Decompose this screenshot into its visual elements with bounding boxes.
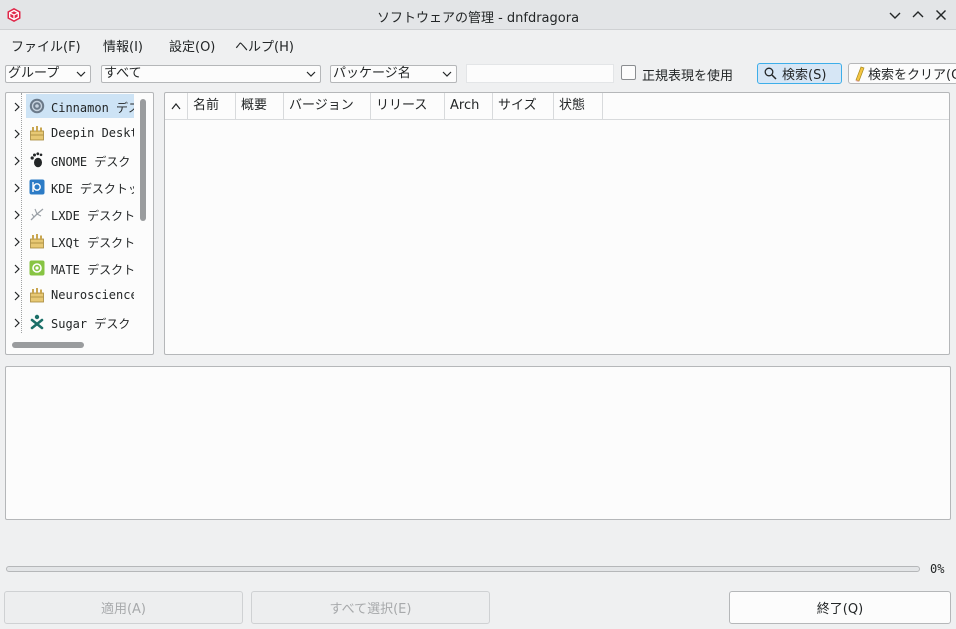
group-item-sugar[interactable]: Sugar デスクトップ [6,309,134,335]
apply-button-label: 適用(A) [100,602,147,617]
column-header-release[interactable]: リリース [371,93,445,120]
chevron-up-icon [171,103,181,110]
maximize-icon [912,11,924,18]
gnome-foot-icon [30,152,43,168]
select-all-button-label: すべて選択(E) [329,602,412,617]
menu-help[interactable]: ヘルプ(H) [234,36,295,55]
group-item-label: LXDE デスクトップ [51,209,134,223]
group-item-label: Sugar デスクトップ [51,317,134,331]
group-item-label: KDE デスクトップ [51,182,134,196]
chevron-right-icon[interactable] [13,102,21,112]
close-icon [936,10,946,20]
group-tree[interactable]: Cinnamon デスクトップ Deepin Desktop GNOME デスク… [5,92,154,355]
column-header-status[interactable]: 状態 [554,93,603,120]
chevron-right-icon[interactable] [13,318,21,328]
horizontal-scrollbar[interactable] [12,342,84,348]
chevron-right-icon[interactable] [13,210,21,220]
kde-icon [29,179,45,195]
menu-bar: ファイル(F) 情報(I) 設定(O) ヘルプ(H) [0,32,956,56]
search-field-combo[interactable]: パッケージ名 [330,65,457,83]
window-title: ソフトウェアの管理 - dnfdragora [376,11,580,26]
group-item-label: GNOME デスクトップ [51,155,134,169]
view-combo[interactable]: グループ [5,65,91,83]
package-table[interactable]: 名前 概要 バージョン リリース Arch サイズ 状態 [164,92,950,355]
search-button[interactable]: 検索(S) [757,63,842,84]
select-all-button[interactable]: すべて選択(E) [251,591,490,624]
group-item-gnome[interactable]: GNOME デスクトップ [6,147,134,173]
search-field-combo-value: パッケージ名 [333,66,411,81]
apply-button[interactable]: 適用(A) [4,591,243,624]
quit-button-label: 終了(Q) [816,602,864,617]
search-input[interactable] [466,64,614,83]
group-item-lxde[interactable]: LXDE デスクトップ [6,201,134,227]
chevron-right-icon[interactable] [13,156,21,166]
package-icon [30,126,44,141]
chevron-right-icon[interactable] [13,264,21,274]
chevron-right-icon[interactable] [13,291,21,301]
title-bar: ソフトウェアの管理 - dnfdragora [0,0,956,30]
view-combo-value: グループ [8,66,60,81]
table-header: 名前 概要 バージョン リリース Arch サイズ 状態 [165,93,949,120]
regex-label: 正規表現を使用 [642,69,734,84]
progress-label: 0% [930,562,945,576]
group-item-neuroscience[interactable]: Neuroscience [6,282,134,308]
group-item-kde[interactable]: KDE デスクトップ [6,174,134,200]
toolbar: グループ すべて パッケージ名 正規表現を使用 検索(S) 検索をクリア(C [0,62,956,86]
group-item-mate[interactable]: MATE デスクトップ [6,255,134,281]
minimize-button[interactable] [886,6,904,24]
menu-information[interactable]: 情報(I) [102,36,144,55]
search-button-label: 検索(S) [782,68,827,83]
group-item-label: Cinnamon デスクトップ [51,101,134,115]
column-header-version[interactable]: バージョン [284,93,371,120]
close-button[interactable] [932,6,950,24]
package-info-panel[interactable] [5,366,951,520]
clear-search-button[interactable]: 検索をクリア(C [848,63,956,84]
group-item-cinnamon[interactable]: Cinnamon デスクトップ [6,93,134,119]
group-item-lxqt[interactable]: LXQt デスクトップ [6,228,134,254]
lxde-icon [30,208,44,221]
search-icon [764,67,777,80]
group-item-label: MATE デスクトップ [51,263,134,277]
minimize-icon [889,12,901,19]
quit-button[interactable]: 終了(Q) [729,591,951,624]
maximize-button[interactable] [909,6,927,24]
chevron-down-icon [306,71,316,77]
vertical-scrollbar[interactable] [140,99,146,221]
menu-settings[interactable]: 設定(O) [168,36,216,55]
group-item-deepin[interactable]: Deepin Desktop [6,120,134,146]
column-header-name[interactable]: 名前 [188,93,236,120]
chevron-right-icon[interactable] [13,237,21,247]
filter-combo[interactable]: すべて [101,65,321,83]
clear-search-button-label: 検索をクリア(C [868,68,956,83]
column-header-summary[interactable]: 概要 [236,93,284,120]
cinnamon-icon [29,98,45,114]
package-icon [30,288,44,303]
chevron-down-icon [442,71,452,77]
column-header-arch[interactable]: Arch [445,93,493,120]
mate-icon [29,260,45,276]
chevron-right-icon[interactable] [13,129,21,139]
chevron-right-icon[interactable] [13,183,21,193]
package-icon [30,234,44,249]
progress-bar [6,566,920,572]
sugar-icon [30,314,44,330]
chevron-down-icon [76,71,86,77]
group-item-label: LXQt デスクトップ [51,236,134,250]
group-item-label: Neuroscience [51,288,134,302]
group-item-label: Deepin Desktop [51,126,134,140]
regex-checkbox[interactable] [621,65,636,80]
select-all-column[interactable] [165,93,188,120]
column-header-size[interactable]: サイズ [493,93,554,120]
filter-combo-value: すべて [104,66,142,81]
eraser-icon [855,66,865,82]
menu-file[interactable]: ファイル(F) [10,36,82,55]
